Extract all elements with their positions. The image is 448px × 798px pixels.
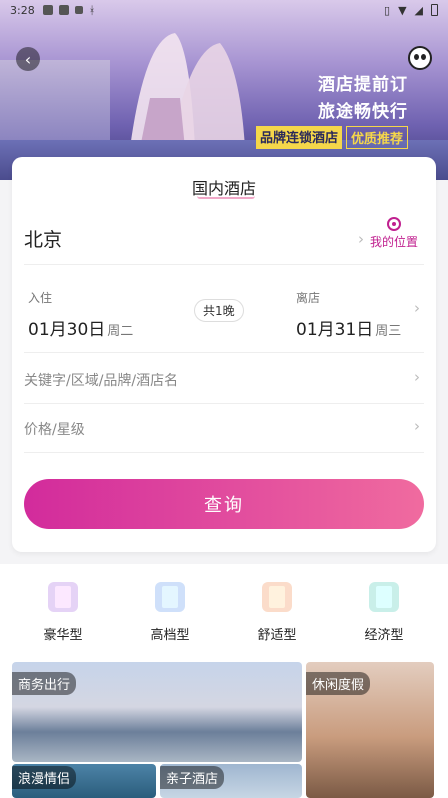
- battery-icon: [431, 4, 438, 16]
- slogan-line: 旅途畅快行: [318, 102, 408, 122]
- chevron-right-icon: ›: [414, 368, 420, 386]
- checkout-date-value: 01月31日: [296, 320, 374, 340]
- chevron-right-icon: ›: [358, 230, 364, 248]
- city-row[interactable]: 北京 › 我的位置: [24, 217, 424, 265]
- building-icon: [48, 582, 78, 612]
- tile-label: 浪漫情侣: [12, 766, 77, 789]
- building-icon: [369, 582, 399, 612]
- price-placeholder: 价格/星级: [24, 422, 85, 438]
- notification-icon: [42, 5, 53, 15]
- tile-business[interactable]: 商务出行: [12, 662, 302, 762]
- chevron-right-icon: ›: [414, 417, 420, 435]
- category-economy[interactable]: 经济型: [354, 582, 414, 643]
- keyword-placeholder: 关键字/区域/品牌/酒店名: [24, 373, 179, 389]
- status-bar: 3:28 ᚼ ▯ ▼ ◢: [0, 0, 448, 20]
- slogan-line: 酒店提前订: [318, 75, 408, 95]
- tile-romantic[interactable]: 浪漫情侣: [12, 764, 156, 798]
- category-label: 舒适型: [257, 628, 297, 643]
- theme-tiles: 商务出行 休闲度假 浪漫情侣 亲子酒店: [0, 654, 448, 798]
- back-button[interactable]: ‹: [16, 47, 40, 71]
- building-icon: [262, 582, 292, 612]
- tile-family[interactable]: 亲子酒店: [160, 764, 302, 798]
- location-icon: [387, 217, 401, 231]
- category-label: 豪华型: [43, 628, 83, 643]
- panda-icon[interactable]: [408, 46, 432, 70]
- notification-icon: [74, 6, 83, 14]
- banner-slogan: 酒店提前订 旅途畅快行 品牌连锁酒店 优质推荐: [255, 70, 408, 149]
- bug-icon: ᚼ: [88, 3, 96, 17]
- tab-indicator: [197, 196, 255, 199]
- notification-icon: [58, 5, 69, 15]
- price-star-field[interactable]: 价格/星级 ›: [24, 405, 424, 453]
- search-button[interactable]: 查询: [24, 479, 424, 529]
- checkin-date[interactable]: 01月30日 周二: [28, 315, 133, 340]
- checkin-date-value: 01月30日: [28, 320, 106, 340]
- category-label: 高档型: [150, 628, 190, 643]
- date-row[interactable]: 入住 01月30日 周二 共1晚 离店 01月31日 周三 ›: [24, 279, 424, 353]
- building-icon: [155, 582, 185, 612]
- category-luxury[interactable]: 豪华型: [33, 582, 93, 643]
- banner-image: [0, 60, 110, 140]
- checkout-label: 离店: [296, 291, 321, 305]
- slogan-tag: 优质推荐: [345, 126, 408, 149]
- hotel-categories: 豪华型 高档型 舒适型 经济型: [0, 564, 448, 654]
- keyword-field[interactable]: 关键字/区域/品牌/酒店名 ›: [24, 356, 424, 404]
- hotel-search-card: 国内酒店 北京 › 我的位置 入住 01月30日 周二 共1晚 离店 01月31日…: [12, 157, 436, 552]
- chevron-right-icon: ›: [414, 299, 420, 317]
- vibrate-icon: ▯: [384, 3, 391, 17]
- nights-badge: 共1晚: [194, 299, 244, 322]
- checkin-label: 入住: [28, 291, 53, 305]
- banner-image: [130, 33, 245, 148]
- wifi-icon: ▼: [398, 3, 407, 17]
- location-label: 我的位置: [369, 235, 418, 249]
- checkout-date[interactable]: 01月31日 周三: [296, 315, 401, 340]
- signal-icon: ◢: [414, 3, 423, 17]
- category-label: 经济型: [364, 628, 404, 643]
- checkin-weekday: 周二: [107, 324, 134, 339]
- my-location-button[interactable]: 我的位置: [366, 217, 422, 250]
- checkout-weekday: 周三: [375, 324, 402, 339]
- city-name: 北京: [24, 229, 63, 251]
- tile-label: 休闲度假: [306, 672, 371, 695]
- tile-label: 商务出行: [12, 672, 77, 695]
- category-comfort[interactable]: 舒适型: [247, 582, 307, 643]
- tile-leisure[interactable]: 休闲度假: [306, 662, 434, 798]
- tile-label: 亲子酒店: [160, 766, 225, 789]
- status-time: 3:28: [10, 3, 35, 17]
- category-upscale[interactable]: 高档型: [140, 582, 200, 643]
- slogan-tag: 品牌连锁酒店: [255, 126, 342, 149]
